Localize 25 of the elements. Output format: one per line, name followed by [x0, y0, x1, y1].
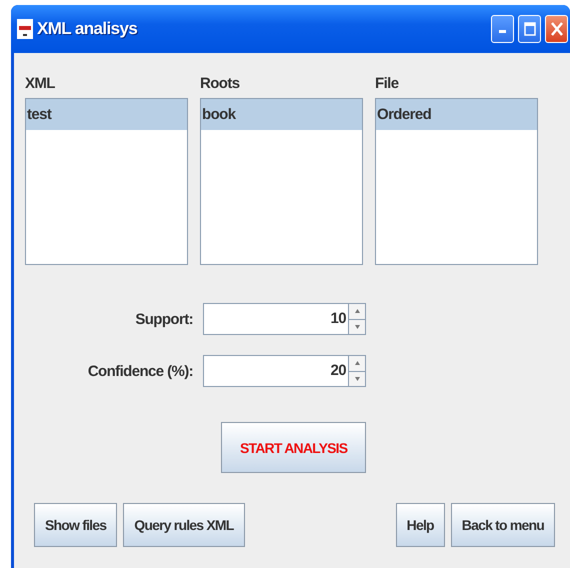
field-label: Confidence (%): [86, 362, 193, 380]
list-box[interactable]: book [200, 98, 363, 265]
list-item[interactable]: book [201, 99, 362, 130]
minimize-button[interactable] [491, 15, 514, 43]
list-item[interactable]: test [26, 99, 187, 130]
spinner-field[interactable]: 10 [203, 303, 366, 335]
app-icon [17, 19, 33, 39]
list-box[interactable]: Ordered [375, 98, 538, 265]
maximize-icon [524, 22, 536, 36]
start-analysis-button[interactable]: START ANALYSIS [221, 422, 366, 473]
list-label: Roots [200, 75, 240, 94]
list-label: File [375, 75, 400, 94]
action-button[interactable]: Show files [34, 503, 118, 547]
list-label: XML [25, 75, 56, 94]
window-title: XML analisys [37, 19, 138, 39]
list-item[interactable]: Ordered [376, 99, 537, 130]
field-label: Support: [134, 310, 193, 328]
close-icon [550, 21, 564, 37]
action-button[interactable]: Query rules XML [123, 503, 245, 547]
close-button[interactable] [545, 15, 568, 43]
action-button[interactable]: Back to menu [450, 503, 555, 547]
list-box[interactable]: test [25, 98, 188, 265]
maximize-button[interactable] [518, 15, 541, 43]
action-button[interactable]: Help [396, 503, 445, 547]
spinner-field[interactable]: 20 [203, 355, 366, 387]
